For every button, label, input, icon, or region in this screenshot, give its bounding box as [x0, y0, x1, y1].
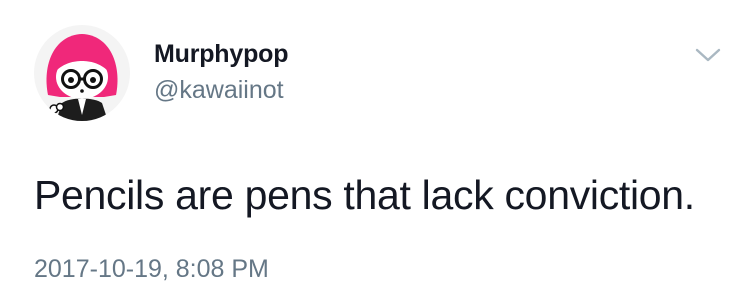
tweet-text: Pencils are pens that lack conviction. [34, 172, 695, 218]
avatar[interactable] [34, 25, 130, 121]
chevron-down-icon[interactable] [694, 45, 722, 65]
tweet-card: Murphypop @kawaiinot Pencils are pens th… [0, 0, 750, 303]
avatar-icon [34, 25, 130, 121]
tweet-timestamp[interactable]: 2017-10-19, 8:08 PM [34, 255, 269, 284]
author-display-name[interactable]: Murphypop [154, 40, 288, 69]
author-handle[interactable]: @kawaiinot [154, 76, 284, 105]
